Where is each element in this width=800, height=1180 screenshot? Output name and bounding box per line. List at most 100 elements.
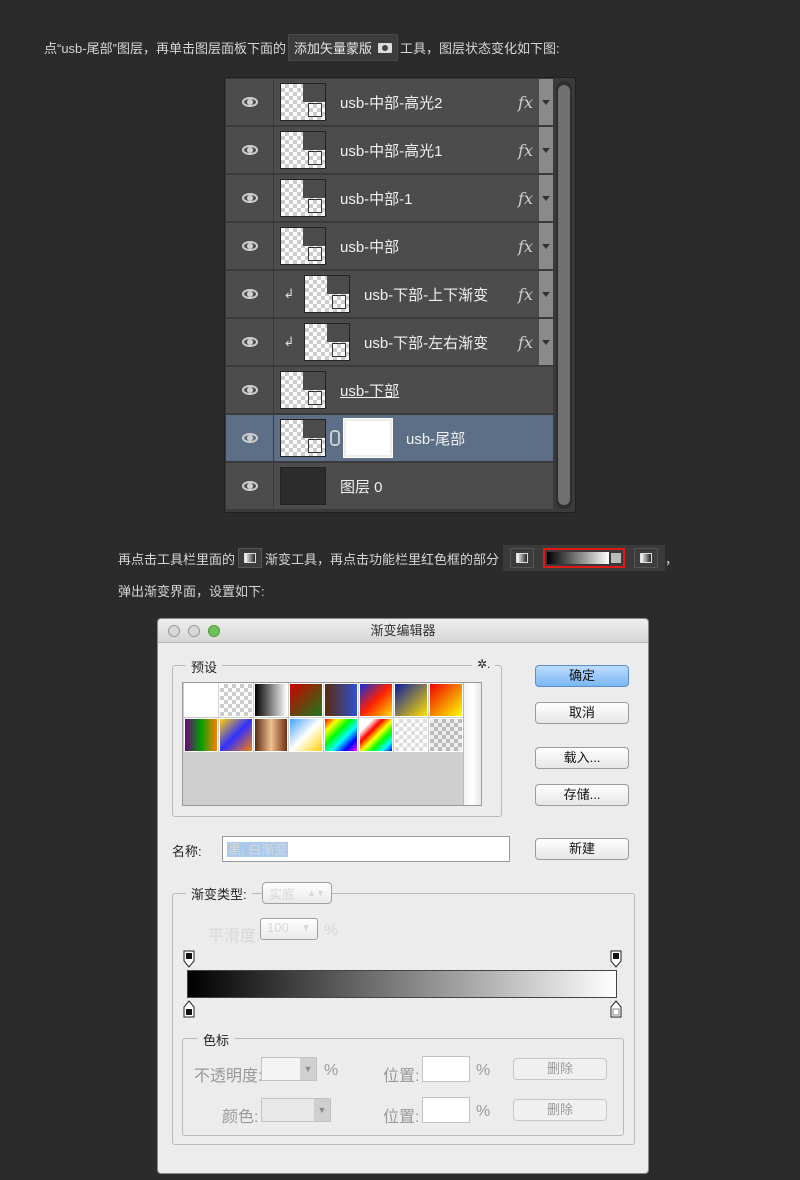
fx-icon[interactable]: fx [518, 141, 533, 160]
layer-row[interactable]: 图层 0 [226, 463, 553, 510]
presets-gear-icon[interactable]: ✲. [472, 657, 495, 671]
gradient-preview-bar[interactable] [187, 970, 617, 998]
opacity-dropdown-icon: ▼ [300, 1058, 316, 1080]
layer-thumbnail [280, 83, 326, 121]
effects-expand-icon[interactable] [539, 175, 553, 221]
delete-opacity-stop-button[interactable]: 删除 [513, 1058, 607, 1080]
preset-swatch[interactable] [219, 718, 253, 752]
instruction-line-2: 再点击工具栏里面的 渐变工具，再点击功能栏里红色框的部分 ， [118, 545, 678, 571]
add-vector-mask-chip: 添加矢量蒙版 [288, 34, 398, 61]
updown-arrows-icon: ▲▼ [307, 884, 325, 902]
options-bar [503, 545, 665, 571]
layer-visibility-toggle[interactable] [226, 463, 274, 509]
color-position-input[interactable] [422, 1097, 470, 1123]
layer-thumbnail [280, 131, 326, 169]
color-stop-right-icon[interactable] [610, 1000, 622, 1018]
opacity-input[interactable]: ▼ [261, 1057, 317, 1081]
layer-name: usb-下部 [340, 380, 553, 401]
preset-swatch[interactable] [254, 718, 288, 752]
minimize-window-icon[interactable] [188, 625, 200, 637]
delete-color-stop-button[interactable]: 删除 [513, 1099, 607, 1121]
preset-swatch[interactable] [394, 683, 428, 717]
layer-visibility-toggle[interactable] [226, 223, 274, 269]
preset-swatch[interactable] [289, 683, 323, 717]
layer-visibility-toggle[interactable] [226, 175, 274, 221]
color-swatch-input[interactable]: ▼ [261, 1098, 331, 1122]
fx-icon[interactable]: fx [518, 93, 533, 112]
preset-swatch[interactable] [359, 718, 393, 752]
fx-icon[interactable]: fx [518, 285, 533, 304]
intro-text-pre: 点“usb-尾部”图层，再单击图层面板下面的 [44, 38, 286, 57]
load-button[interactable]: 载入... [535, 747, 629, 769]
layer-name: usb-中部-1 [340, 188, 518, 209]
save-button[interactable]: 存储... [535, 784, 629, 806]
layer-visibility-toggle[interactable] [226, 79, 274, 125]
effects-expand-icon[interactable] [539, 319, 553, 365]
layer-row[interactable]: usb-中部-高光2fx [226, 79, 553, 126]
opacity-stop-right-icon[interactable] [610, 950, 622, 968]
layer-row[interactable]: usb-下部 [226, 367, 553, 414]
layer-name: usb-中部 [340, 236, 518, 257]
preset-swatch[interactable] [429, 683, 463, 717]
fx-icon[interactable]: fx [518, 333, 533, 352]
preset-swatch[interactable] [254, 683, 288, 717]
opacity-position-input[interactable] [422, 1056, 470, 1082]
color-stop-left-icon[interactable] [183, 1000, 195, 1018]
layer-visibility-toggle[interactable] [226, 415, 274, 461]
layer-row[interactable]: usb-中部-1fx [226, 175, 553, 222]
instruction-line-3: 弹出渐变界面，设置如下: [118, 581, 265, 600]
gradient-type-value: 实底 [269, 887, 295, 902]
fx-icon[interactable]: fx [518, 189, 533, 208]
vector-mask-thumbnail[interactable] [344, 419, 392, 457]
link-chain-icon[interactable] [330, 430, 340, 446]
presets-label: 预设 [186, 657, 222, 676]
layer-row[interactable]: usb-中部-高光1fx [226, 127, 553, 174]
preset-swatch[interactable] [184, 683, 218, 717]
layer-visibility-toggle[interactable] [226, 271, 274, 317]
eye-icon [242, 337, 258, 347]
new-button[interactable]: 新建 [535, 838, 629, 860]
vector-mask-icon [378, 43, 392, 53]
layer-row[interactable]: usb-中部fx [226, 223, 553, 270]
layer-visibility-toggle[interactable] [226, 127, 274, 173]
preset-swatch[interactable] [394, 718, 428, 752]
layers-scroll-thumb[interactable] [558, 85, 570, 505]
effects-expand-icon[interactable] [539, 127, 553, 173]
preset-swatch[interactable] [359, 683, 393, 717]
opacity-label: 不透明度: [194, 1062, 262, 1086]
layer-row[interactable]: ↲usb-下部-上下渐变fx [226, 271, 553, 318]
eye-icon [242, 289, 258, 299]
layer-visibility-toggle[interactable] [226, 367, 274, 413]
eye-icon [242, 193, 258, 203]
cancel-button[interactable]: 取消 [535, 702, 629, 724]
smoothness-select[interactable]: 100 ▼ [260, 918, 318, 940]
gradient-type-select[interactable]: 实底 ▲▼ [262, 882, 332, 904]
gradient-picker-highlighted[interactable] [543, 548, 625, 568]
opacity-stop-left-icon[interactable] [183, 950, 195, 968]
effects-expand-icon[interactable] [539, 79, 553, 125]
preset-swatch[interactable] [219, 683, 253, 717]
presets-scrollbar[interactable] [463, 683, 481, 805]
layers-panel: usb-中部-高光2fxusb-中部-高光1fxusb-中部-1fxusb-中部… [224, 77, 576, 513]
effects-expand-icon[interactable] [539, 223, 553, 269]
fx-icon[interactable]: fx [518, 237, 533, 256]
layer-row[interactable]: usb-尾部 [226, 415, 553, 462]
ok-button[interactable]: 确定 [535, 665, 629, 687]
layers-scrollbar[interactable] [556, 81, 572, 509]
layer-visibility-toggle[interactable] [226, 319, 274, 365]
close-window-icon[interactable] [168, 625, 180, 637]
preset-swatch[interactable] [184, 718, 218, 752]
name-input[interactable]: 黑, 白渐变 [222, 836, 510, 862]
preset-swatch[interactable] [324, 718, 358, 752]
zoom-window-icon[interactable] [208, 625, 220, 637]
opacity-position-percent: % [476, 1062, 490, 1080]
gradient-mode-icon [634, 548, 658, 568]
effects-expand-icon[interactable] [539, 271, 553, 317]
preset-swatch[interactable] [429, 718, 463, 752]
instruction-text-end: ， [665, 549, 678, 568]
layer-thumbnail [280, 371, 326, 409]
layer-row[interactable]: ↲usb-下部-左右渐变fx [226, 319, 553, 366]
preset-swatch[interactable] [289, 718, 323, 752]
preset-swatch[interactable] [324, 683, 358, 717]
color-dropdown-icon: ▼ [314, 1099, 330, 1121]
